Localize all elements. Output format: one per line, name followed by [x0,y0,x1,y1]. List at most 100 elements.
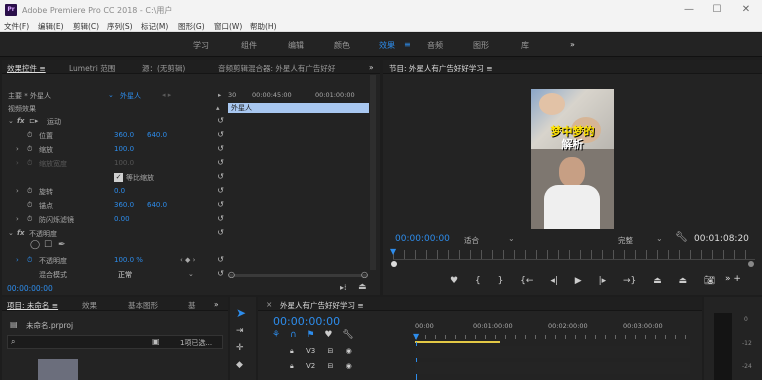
button-editor-icon[interactable]: » + [725,274,741,284]
anti-flicker-value[interactable]: 0.00 [114,215,130,223]
workspace-assembly[interactable]: 组件 [241,40,257,51]
work-area-bar[interactable] [415,341,500,343]
mini-scrollbar[interactable] [228,274,368,277]
expand-chevron-icon[interactable]: › [16,256,19,264]
menu-graphics[interactable]: 图形(G) [178,21,205,32]
selection-tool-icon[interactable]: ➤ [236,306,246,320]
sync-icon[interactable]: ⊟ [327,347,333,355]
tab-more[interactable]: 基 [188,300,196,311]
lock-icon[interactable]: 🔒︎ [290,347,294,355]
opacity-group-row[interactable]: ⌄ fx 不透明度 ↺ [2,228,230,239]
reset-icon[interactable]: ↺ [217,255,224,264]
motion-row[interactable]: ⌄ fx ⊏▸ 运动 ↺ [2,116,230,127]
fx-badge-icon[interactable]: fx [17,229,25,237]
nav-arrows-icon[interactable]: ◂ ▸ [162,91,171,99]
menu-window[interactable]: 窗口(W) [214,21,242,32]
expand-chevron-icon[interactable]: ⌄ [8,229,14,237]
position-y-value[interactable]: 640.0 [147,131,167,139]
chevron-down-icon[interactable]: ⌄ [188,270,194,278]
sync-icon[interactable]: ⊟ [327,362,333,370]
track-select-tool-icon[interactable]: ⇥ [236,326,244,336]
stopwatch-active-icon[interactable]: ⏱ [27,256,32,265]
opacity-value[interactable]: 100.0 % [114,256,143,264]
tab-source[interactable]: 源：(无剪辑) [142,63,185,74]
effect-controls-timecode[interactable]: 00:00:00:00 [7,284,53,293]
collapse-up-icon[interactable]: ▴ [216,104,220,112]
rotation-value[interactable]: 0.0 [114,187,125,195]
nest-icon[interactable]: ⚘ [272,330,280,340]
tab-essential-graphics[interactable]: 基本图形 [128,300,158,311]
menu-help[interactable]: 帮助(H) [250,21,277,32]
new-bin-icon[interactable]: ▣ [152,337,160,346]
chevron-down-icon[interactable]: ⌄ [108,91,114,99]
program-monitor-title[interactable]: 节目: 外星人有广告好好学习 ≡ [389,63,493,74]
workspace-learn[interactable]: 学习 [193,40,209,51]
reset-icon[interactable]: ↺ [217,172,224,181]
search-icon[interactable]: ⌕ [11,337,15,347]
menu-clip[interactable]: 剪辑(C) [73,21,99,32]
menu-file[interactable]: 文件(F) [4,21,29,32]
chevron-down-icon[interactable]: ⌄ [656,234,663,243]
go-to-out-icon[interactable]: →} [623,276,636,286]
workspace-libraries[interactable]: 库 [521,40,529,51]
lift-icon[interactable]: ⏏ [653,276,662,286]
workspace-color[interactable]: 颜色 [334,40,350,51]
panel-scrollbar[interactable] [370,75,376,270]
ripple-edit-tool-icon[interactable]: ✛ [236,343,244,353]
tab-project[interactable]: 项目: 未命名 ≡ [7,300,58,311]
step-back-icon[interactable]: ◂| [550,276,558,286]
scale-value[interactable]: 100.0 [114,145,134,153]
expand-chevron-icon[interactable]: › [16,187,19,195]
keyframe-nav-icon[interactable]: ‹ ◆ › [180,256,195,264]
maximize-button[interactable]: ☐ [708,3,726,17]
program-ruler[interactable] [393,250,755,260]
reset-icon[interactable]: ↺ [217,269,224,278]
razor-tool-icon[interactable]: ◆ [236,360,243,370]
workspace-graphics[interactable]: 图形 [473,40,489,51]
stopwatch-icon[interactable]: ⏱ [27,145,32,154]
ellipse-mask-icon[interactable]: ◯ [30,240,40,250]
panel-more-icon[interactable]: » [214,300,219,309]
stopwatch-icon[interactable]: ⏱ [27,215,32,224]
menu-sequence[interactable]: 序列(S) [107,21,133,32]
workspace-effects[interactable]: 效果 [379,40,395,51]
tab-audio-clip-mixer[interactable]: 音频剪辑混合器: 外星人有广告好好 [218,63,335,74]
playhead-icon[interactable]: ▼ [390,247,396,256]
reset-icon[interactable]: ↺ [217,144,224,153]
playhead-icon[interactable]: ▼ [413,332,419,341]
reset-icon[interactable]: ↺ [217,116,224,125]
add-marker-icon[interactable]: ♥ [450,276,458,286]
lock-icon[interactable]: 🔒︎ [290,362,294,370]
fx-badge-icon[interactable]: fx [17,117,25,125]
tab-effect-controls[interactable]: 效果控件 ≡ [7,63,46,74]
expand-chevron-icon[interactable]: › [16,145,19,153]
zoom-circle-icon[interactable]: ○ [228,270,235,279]
menu-edit[interactable]: 编辑(E) [38,21,64,32]
mini-timeline-ruler[interactable]: ▸ 30 00:00:45:00 00:01:00:00 [218,90,370,102]
play-icon[interactable]: ▶ [575,276,582,286]
workspace-editing[interactable]: 编辑 [288,40,304,51]
blend-mode-select[interactable]: 正常 [118,270,132,280]
workspace-menu-icon[interactable]: ≡ [404,40,411,49]
position-x-value[interactable]: 360.0 [114,131,134,139]
wrench-icon[interactable]: 🔧︎ [675,232,688,243]
expand-chevron-icon[interactable]: ⌄ [8,117,14,125]
go-to-in-icon[interactable]: {← [520,276,533,286]
linked-select-icon[interactable]: ⚑ [306,330,314,340]
track-v3-label[interactable]: V3 [306,347,315,355]
wrench-icon[interactable]: 🔧︎ [342,330,353,340]
minimize-button[interactable]: — [680,3,698,17]
filter-play-icon[interactable]: ▸⁞ [340,283,347,292]
menu-marker[interactable]: 标记(M) [141,21,168,32]
export-frame-icon[interactable]: 📷︎ [704,276,715,286]
zoom-circle-icon[interactable]: ○ [361,270,368,279]
timeline-timecode[interactable]: 00:00:00:00 [273,315,340,328]
clip-sequence-label[interactable]: 外星人 [120,91,141,101]
timeline-ruler[interactable]: 00:00 00:01:00:00 00:02:00:00 00:03:00:0… [415,322,695,334]
snap-icon[interactable]: ∩ [290,330,297,340]
reset-icon[interactable]: ↺ [217,130,224,139]
reset-icon[interactable]: ↺ [217,186,224,195]
tab-effects[interactable]: 效果 [82,300,97,311]
chevron-down-icon[interactable]: ⌄ [508,234,515,243]
clip-master-label[interactable]: 主要 * 外星人 [8,91,51,101]
